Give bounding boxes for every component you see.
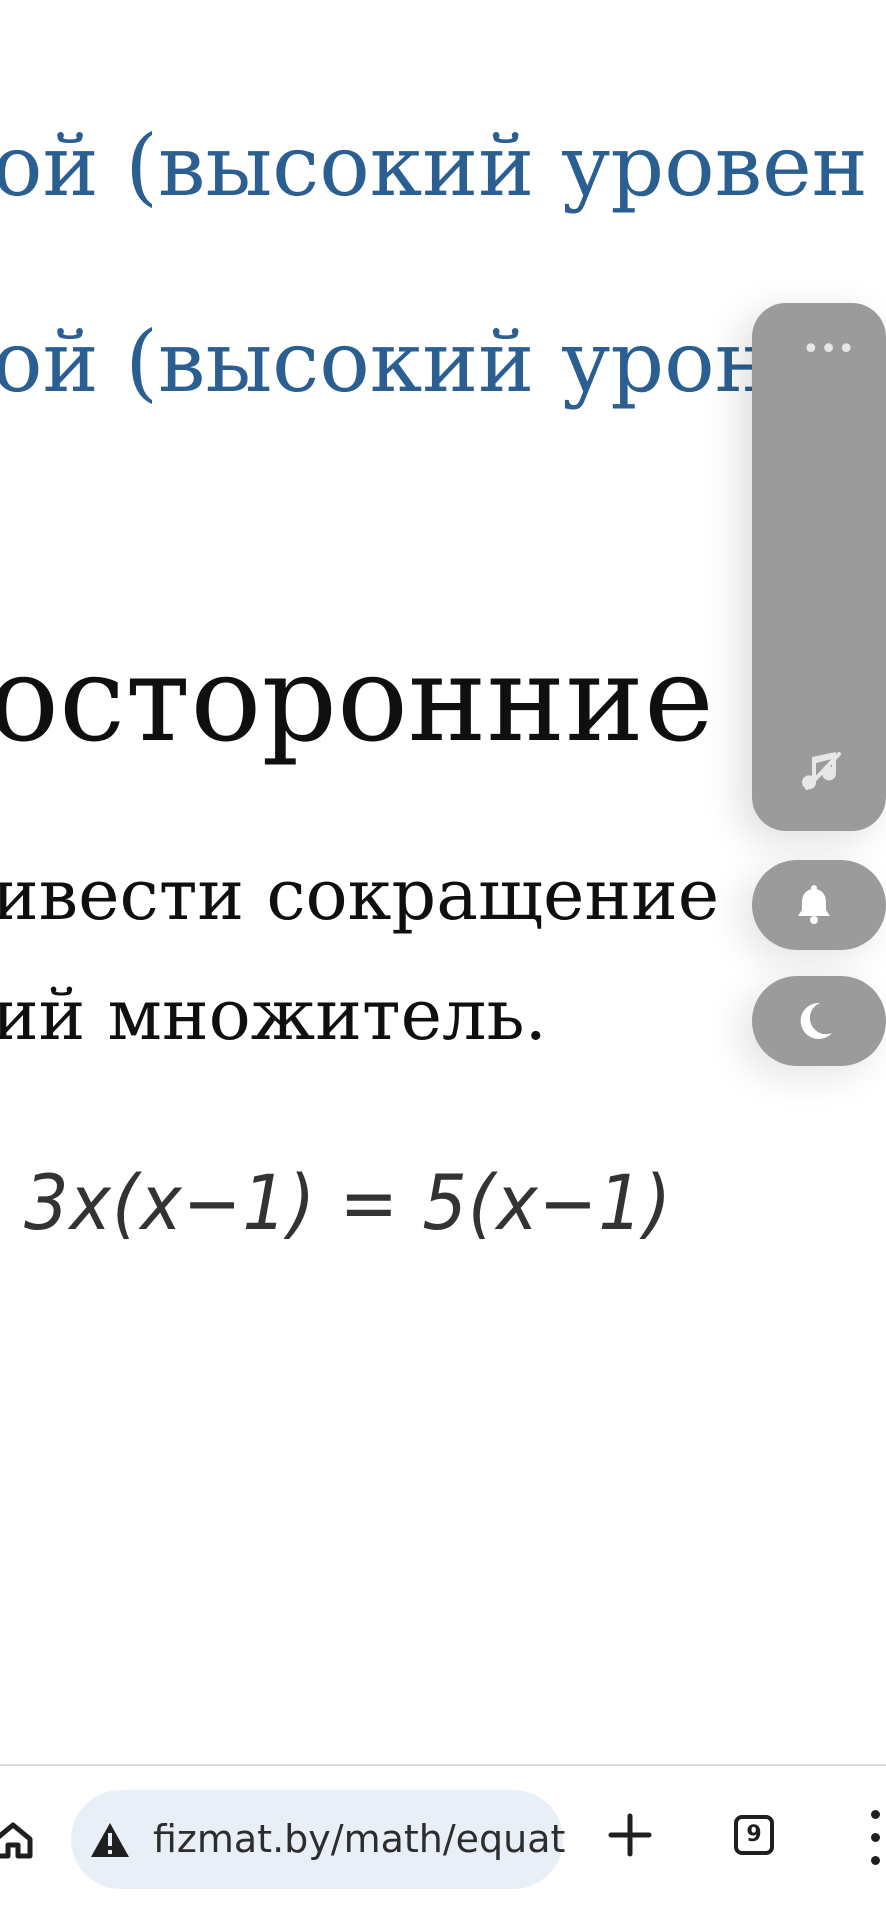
tabs-button[interactable]: 9 <box>734 1815 774 1855</box>
more-dot <box>871 1810 880 1819</box>
moon-icon <box>800 1002 832 1039</box>
plus-icon[interactable] <box>605 1810 655 1860</box>
dark-mode-button[interactable] <box>752 976 886 1066</box>
floating-tools-panel: ••• <box>752 303 886 831</box>
music-off-icon[interactable] <box>798 746 846 794</box>
article-link-2[interactable]: ой (высокий урон <box>0 320 771 404</box>
paragraph-line-2: ий множитель. <box>0 974 547 1056</box>
home-icon[interactable] <box>0 1819 34 1861</box>
more-dot <box>871 1856 880 1865</box>
paragraph-line-1: ивести сокращение <box>0 854 720 936</box>
tabs-count: 9 <box>746 1822 762 1847</box>
warning-icon <box>91 1823 129 1857</box>
more-dot <box>871 1833 880 1842</box>
equation-text: 3x(x−1) = 5(x−1) <box>24 1158 673 1248</box>
web-page: ой (высокий уровен ой (высокий урон осто… <box>0 0 886 1920</box>
article-link-1[interactable]: ой (высокий уровен <box>0 124 868 208</box>
address-bar[interactable]: fizmat.by/math/equat <box>71 1790 566 1889</box>
browser-bottom-bar: fizmat.by/math/equat 9 <box>0 1764 886 1920</box>
more-vertical-icon[interactable] <box>869 1810 886 1874</box>
more-horizontal-icon[interactable]: ••• <box>802 335 855 365</box>
address-text: fizmat.by/math/equat <box>153 1817 566 1861</box>
notification-button[interactable] <box>752 860 886 950</box>
bell-icon <box>798 885 830 924</box>
section-heading: осторонние к <box>0 630 826 768</box>
